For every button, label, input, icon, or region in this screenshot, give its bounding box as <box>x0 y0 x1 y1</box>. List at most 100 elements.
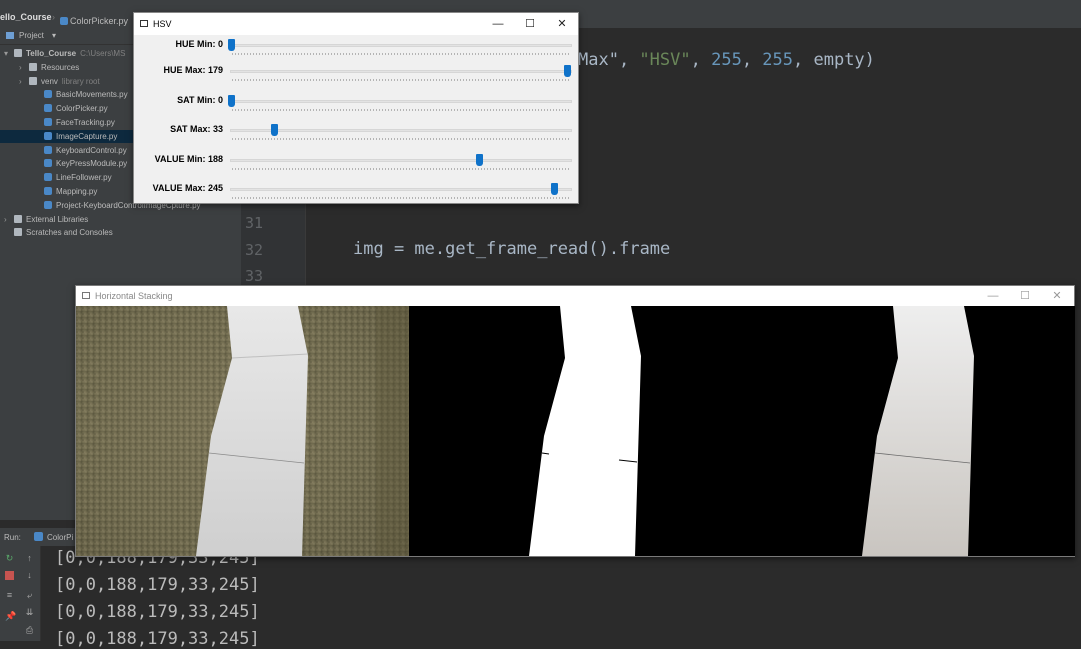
breadcrumb-separator: › <box>52 12 55 22</box>
window-icon <box>82 292 90 299</box>
console-output-line: [0,0,188,179,33,245] <box>55 575 260 595</box>
run-tab-colorpicker[interactable]: ColorPi <box>47 533 73 542</box>
minimize-icon[interactable]: — <box>986 289 1000 303</box>
tree-item-label: ImageCapture.py <box>56 131 118 141</box>
folder-icon <box>29 76 37 85</box>
tree-item[interactable]: › External Libraries <box>0 213 254 226</box>
hsv-window-titlebar[interactable]: HSV — ☐ ✕ <box>134 13 578 35</box>
window-icon <box>140 20 148 27</box>
print-icon[interactable]: ⎙ <box>25 626 34 635</box>
folder-icon <box>14 49 22 57</box>
ide-menubar <box>0 0 1081 8</box>
python-file-icon <box>44 159 52 168</box>
folder-icon <box>29 62 37 71</box>
breadcrumb-file[interactable]: ColorPicker.py <box>60 12 128 26</box>
trackbar-thumb[interactable] <box>475 154 483 166</box>
scroll-up-icon[interactable]: ↑ <box>25 554 34 563</box>
tree-item-label: External Libraries <box>26 214 89 224</box>
console-output-line: [0,0,188,179,33,245] <box>55 602 260 622</box>
tree-item-hint: C:\Users\MS <box>80 49 126 58</box>
tree-item-label: KeyboardControl.py <box>56 145 127 155</box>
soft-wrap-icon[interactable]: ⤶ <box>25 591 34 600</box>
trackbar-slider[interactable] <box>230 44 572 47</box>
python-file-icon <box>44 131 52 140</box>
tree-item-label: BasicMovements.py <box>56 90 128 100</box>
stacking-window-title: Horizontal Stacking <box>95 291 173 301</box>
horizontal-stacking-window[interactable]: Horizontal Stacking — ☐ ✕ <box>75 285 1075 557</box>
editor-gutter: 31 32 33 <box>241 200 306 292</box>
python-file-icon <box>34 532 43 541</box>
trackbar-label: HUE Min: 0 <box>175 39 223 49</box>
trackbar-ticks <box>232 79 570 81</box>
expand-arrow-icon[interactable]: › <box>19 61 29 74</box>
trackbar-ticks <box>232 109 570 111</box>
tree-item-hint: library root <box>61 76 100 86</box>
pin-icon[interactable]: 📌 <box>5 612 16 621</box>
stop-icon[interactable] <box>5 571 14 580</box>
breadcrumb-project[interactable]: ello_Course <box>0 12 52 22</box>
trackbar-label: VALUE Min: 188 <box>154 154 223 164</box>
expand-arrow-icon[interactable]: ▾ <box>4 47 14 60</box>
trackbar-thumb[interactable] <box>271 124 279 136</box>
hsv-window-title: HSV <box>153 19 172 29</box>
code-line-partial[interactable]: Max", "HSV", 255, 255, empty) <box>578 50 875 70</box>
python-file-icon <box>44 145 52 154</box>
trackbar-thumb[interactable] <box>228 95 235 107</box>
scroll-down-icon[interactable]: ↓ <box>25 571 34 580</box>
tree-item-label: Resources <box>41 62 80 72</box>
maximize-icon[interactable]: ☐ <box>523 17 537 31</box>
trackbar-slider[interactable] <box>230 100 572 103</box>
tree-item-label: KeyPressModule.py <box>56 159 128 169</box>
trackbar-ticks <box>232 197 570 199</box>
trackbar-slider[interactable] <box>230 159 572 162</box>
binary-mask <box>409 306 742 556</box>
tree-item-label: Tello_Course <box>26 49 77 58</box>
expand-arrow-icon[interactable]: › <box>4 213 14 226</box>
line-number: 31 <box>245 214 264 232</box>
run-tab-bar: Run: ColorPi <box>0 528 80 546</box>
expand-arrow-icon[interactable]: › <box>19 75 29 88</box>
line-number: 32 <box>245 241 264 259</box>
maximize-icon[interactable]: ☐ <box>1018 289 1032 303</box>
run-toolbar: ↻ ≡ 📌 <box>0 546 20 641</box>
scratch-icon <box>14 228 22 237</box>
python-file-icon <box>44 187 52 195</box>
trackbar-ticks <box>232 138 570 140</box>
minimize-icon[interactable]: — <box>491 17 505 31</box>
trackbar-thumb[interactable] <box>564 65 571 77</box>
close-icon[interactable]: ✕ <box>1050 289 1064 303</box>
trackbar-label: SAT Min: 0 <box>177 95 223 105</box>
trackbar-ticks <box>232 168 570 170</box>
python-file-icon <box>44 200 52 209</box>
stacking-window-titlebar[interactable]: Horizontal Stacking — ☐ ✕ <box>76 286 1074 306</box>
project-icon <box>6 32 14 39</box>
trackbar-label: HUE Max: 179 <box>163 65 223 75</box>
trackbar-slider[interactable] <box>230 129 572 132</box>
line-number: 33 <box>245 267 264 285</box>
masked-result <box>742 306 1075 556</box>
tree-item[interactable]: Scratches and Consoles <box>0 226 254 239</box>
tree-item-label: venv <box>41 76 58 86</box>
layout-icon[interactable]: ≡ <box>5 591 14 600</box>
trackbar-slider[interactable] <box>230 188 572 191</box>
hsv-trackbar-window[interactable]: HSV — ☐ ✕ HUE Min: 0 HUE Max: 179 SAT Min:… <box>133 12 579 204</box>
trackbar-slider[interactable] <box>230 70 572 73</box>
trackbar-label: SAT Max: 33 <box>170 124 223 134</box>
tree-item-label: FaceTracking.py <box>56 118 115 127</box>
chevron-down-icon[interactable]: ▾ <box>52 31 56 40</box>
tree-item-label: ColorPicker.py <box>56 104 108 114</box>
run-label: Run: <box>4 533 21 542</box>
python-file-icon <box>60 17 68 25</box>
project-dropdown-label[interactable]: Project <box>19 31 44 40</box>
python-file-icon <box>44 90 52 99</box>
tree-item-label: LineFollower.py <box>56 173 112 183</box>
trackbar-thumb[interactable] <box>550 183 558 195</box>
console-output-line: [0,0,188,179,33,245] <box>55 629 260 649</box>
close-icon[interactable]: ✕ <box>555 17 569 31</box>
python-file-icon <box>44 118 52 126</box>
scroll-to-end-icon[interactable]: ⇊ <box>25 608 34 617</box>
rerun-icon[interactable]: ↻ <box>5 554 14 563</box>
trackbar-thumb[interactable] <box>228 39 235 51</box>
python-file-icon <box>44 173 52 182</box>
code-line-32[interactable]: img = me.get_frame_read().frame <box>353 239 670 259</box>
